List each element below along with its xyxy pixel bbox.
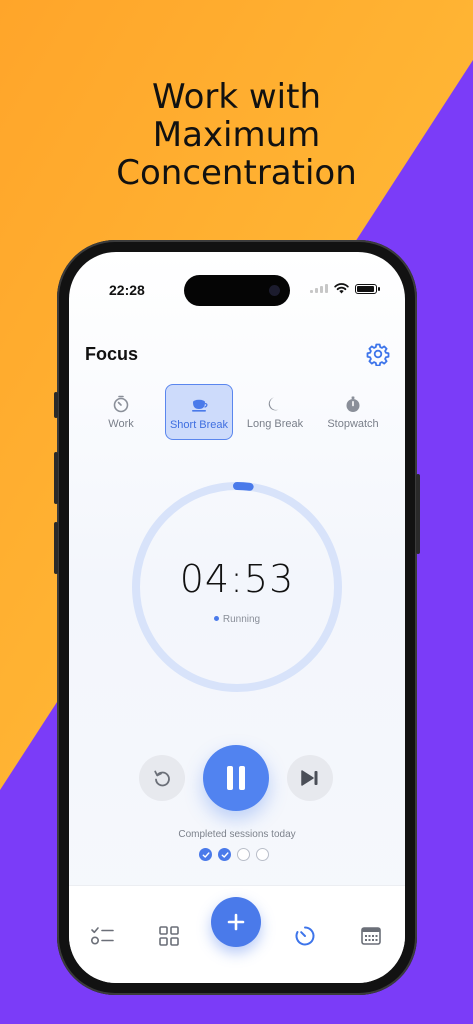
tab-calendar[interactable] — [357, 922, 385, 950]
gear-icon[interactable] — [366, 342, 390, 366]
headline-line-1: Work with — [151, 77, 322, 117]
status-icons — [310, 283, 380, 294]
mode-short-break[interactable]: Short Break — [165, 384, 233, 440]
tab-timer[interactable] — [291, 922, 319, 950]
session-dot — [237, 848, 250, 861]
phone-power-button — [416, 474, 420, 554]
tab-dashboard[interactable] — [155, 922, 183, 950]
app-screen: 22:28 Focus Work Short Break Long Break … — [69, 252, 405, 983]
session-dots — [199, 848, 269, 861]
timer-icon — [113, 395, 129, 413]
mode-stopwatch[interactable]: Stopwatch — [319, 384, 387, 440]
session-dot — [256, 848, 269, 861]
grid-icon — [159, 926, 179, 946]
check-icon — [202, 851, 209, 858]
timer-display: 04:53 — [179, 557, 295, 601]
phone-volume-down — [54, 522, 58, 574]
marketing-headline: Work with Maximum Concentration — [0, 78, 473, 192]
mode-long-break-label: Long Break — [246, 418, 304, 430]
tab-bar — [69, 885, 405, 983]
mode-selector: Work Short Break Long Break Stopwatch — [69, 384, 405, 446]
mode-stopwatch-label: Stopwatch — [327, 418, 379, 430]
battery-icon — [355, 283, 380, 294]
check-icon — [221, 851, 228, 858]
headline-line-2: Maximum — [152, 115, 321, 155]
add-button[interactable] — [211, 897, 261, 947]
mode-short-break-label: Short Break — [169, 419, 229, 431]
phone-action-button — [54, 392, 58, 418]
dynamic-island — [184, 275, 290, 306]
session-dot — [199, 848, 212, 861]
headline-line-3: Concentration — [116, 153, 357, 193]
coffee-cup-icon — [192, 399, 208, 412]
mode-work-label: Work — [108, 418, 134, 430]
mode-long-break[interactable]: Long Break — [241, 384, 309, 440]
timer-status-label: Running — [222, 614, 261, 625]
pause-button[interactable] — [203, 745, 269, 811]
status-time: 22:28 — [109, 282, 145, 298]
pause-icon — [227, 766, 245, 790]
timer-status: Running — [69, 614, 405, 625]
skip-forward-icon — [301, 770, 318, 786]
stopwatch-icon — [346, 396, 360, 412]
skip-button[interactable] — [287, 755, 333, 801]
sessions-label: Completed sessions today — [178, 829, 296, 840]
page-title: Focus — [85, 344, 139, 364]
session-dot — [218, 848, 231, 861]
camera-icon — [269, 285, 280, 296]
moon-icon — [268, 397, 279, 411]
signal-icon — [310, 284, 328, 293]
reset-button[interactable] — [139, 755, 185, 801]
calendar-icon — [361, 927, 381, 945]
status-dot — [213, 616, 219, 621]
tab-tasks[interactable] — [89, 922, 117, 950]
mode-work[interactable]: Work — [87, 384, 155, 440]
wifi-icon — [334, 283, 349, 294]
phone-volume-up — [54, 452, 58, 504]
phone-frame: 22:28 Focus Work Short Break Long Break … — [54, 240, 420, 995]
restart-icon — [154, 770, 170, 787]
timer-icon — [295, 926, 315, 946]
plus-icon — [227, 913, 245, 931]
checklist-icon — [90, 927, 114, 945]
